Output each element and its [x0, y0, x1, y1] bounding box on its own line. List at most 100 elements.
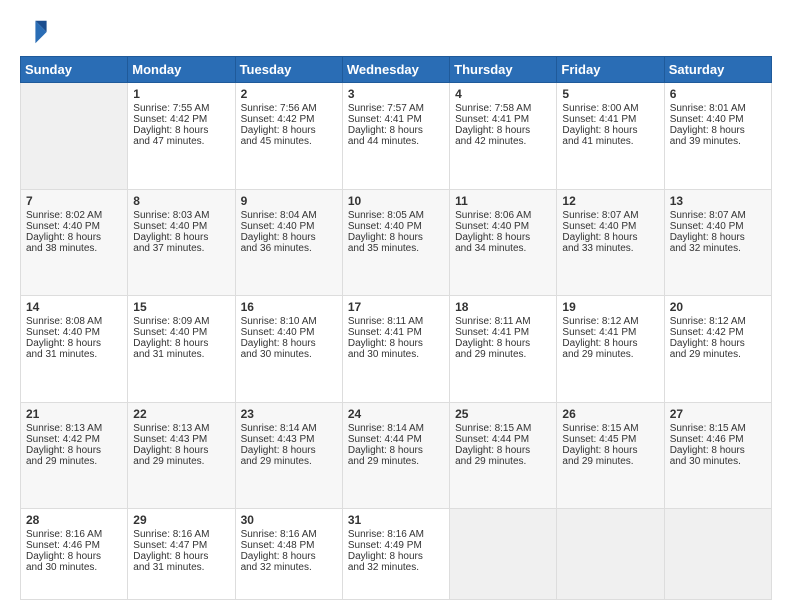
cell-content: and 29 minutes.	[26, 456, 122, 467]
day-number: 30	[241, 513, 337, 527]
cell-content: Daylight: 8 hours	[348, 445, 444, 456]
cell-content: and 29 minutes.	[670, 349, 766, 360]
cell-content: and 32 minutes.	[241, 562, 337, 573]
cell-content: and 44 minutes.	[348, 136, 444, 147]
table-row: 25 Sunrise: 8:15 AMSunset: 4:44 PMDayligh…	[450, 402, 557, 509]
cell-content: Daylight: 8 hours	[670, 338, 766, 349]
cell-content: Sunset: 4:43 PM	[133, 434, 229, 445]
calendar-week-row: 1Sunrise: 7:55 AMSunset: 4:42 PMDaylight…	[21, 83, 772, 190]
cell-content: and 30 minutes.	[241, 349, 337, 360]
table-row: 26Sunrise: 8:15 AMSunset: 4:45 PMDayligh…	[557, 402, 664, 509]
cell-content: Sunset: 4:44 PM	[455, 434, 551, 445]
calendar-header-sunday: Sunday	[21, 57, 128, 83]
cell-content: Sunset: 4:41 PM	[562, 327, 658, 338]
cell-content: Sunset: 4:41 PM	[455, 114, 551, 125]
cell-content: Daylight: 8 hours	[241, 232, 337, 243]
day-number: 28	[26, 513, 122, 527]
table-row: 15Sunrise: 8:09 AMSunset: 4:40 PMDayligh…	[128, 296, 235, 403]
cell-content: Sunrise: 8:16 AM	[348, 529, 444, 540]
calendar-week-row: 14Sunrise: 8:08 AMSunset: 4:40 PMDayligh…	[21, 296, 772, 403]
cell-content: Sunrise: 8:04 AM	[241, 210, 337, 221]
day-number: 16	[241, 300, 337, 314]
cell-content: Sunset: 4:41 PM	[348, 327, 444, 338]
day-number: 15	[133, 300, 229, 314]
cell-content: Daylight: 8 hours	[26, 338, 122, 349]
table-row: 7Sunrise: 8:02 AMSunset: 4:40 PMDaylight…	[21, 189, 128, 296]
cell-content: and 35 minutes.	[348, 243, 444, 254]
day-number: 4	[455, 87, 551, 101]
table-row	[450, 509, 557, 600]
cell-content: Daylight: 8 hours	[133, 551, 229, 562]
table-row: 17Sunrise: 8:11 AMSunset: 4:41 PMDayligh…	[342, 296, 449, 403]
page: SundayMondayTuesdayWednesdayThursdayFrid…	[0, 0, 792, 612]
cell-content: Sunset: 4:40 PM	[26, 221, 122, 232]
day-number: 11	[455, 194, 551, 208]
day-number: 24	[348, 407, 444, 421]
cell-content: Sunrise: 8:14 AM	[348, 423, 444, 434]
logo-icon	[20, 18, 48, 46]
calendar-table: SundayMondayTuesdayWednesdayThursdayFrid…	[20, 56, 772, 600]
calendar-header-monday: Monday	[128, 57, 235, 83]
cell-content: Daylight: 8 hours	[562, 125, 658, 136]
table-row: 30 Sunrise: 8:16 AMSunset: 4:48 PMDayligh…	[235, 509, 342, 600]
cell-content: and 29 minutes.	[348, 456, 444, 467]
day-number: 19	[562, 300, 658, 314]
cell-content: and 39 minutes.	[670, 136, 766, 147]
table-row: 22Sunrise: 8:13 AMSunset: 4:43 PMDayligh…	[128, 402, 235, 509]
day-number: 26	[562, 407, 658, 421]
cell-content: and 31 minutes.	[133, 562, 229, 573]
cell-content: and 31 minutes.	[133, 349, 229, 360]
cell-content: Sunset: 4:40 PM	[348, 221, 444, 232]
cell-content: Daylight: 8 hours	[348, 125, 444, 136]
cell-content: and 32 minutes.	[348, 562, 444, 573]
day-number: 21	[26, 407, 122, 421]
cell-content: Sunset: 4:40 PM	[455, 221, 551, 232]
table-row: 4 Sunrise: 7:58 AMSunset: 4:41 PMDaylight…	[450, 83, 557, 190]
cell-content: Daylight: 8 hours	[348, 551, 444, 562]
cell-content: Daylight: 8 hours	[562, 232, 658, 243]
table-row: 12Sunrise: 8:07 AMSunset: 4:40 PMDayligh…	[557, 189, 664, 296]
cell-content: Sunset: 4:42 PM	[670, 327, 766, 338]
cell-content: Sunrise: 8:16 AM	[241, 529, 337, 540]
table-row: 6Sunrise: 8:01 AMSunset: 4:40 PMDaylight…	[664, 83, 771, 190]
cell-content: and 37 minutes.	[133, 243, 229, 254]
cell-content: Daylight: 8 hours	[455, 445, 551, 456]
logo	[20, 18, 52, 46]
cell-content: Sunrise: 8:15 AM	[455, 423, 551, 434]
cell-content: Sunset: 4:47 PM	[133, 540, 229, 551]
cell-content: and 45 minutes.	[241, 136, 337, 147]
cell-content: Sunset: 4:40 PM	[26, 327, 122, 338]
table-row	[664, 509, 771, 600]
cell-content: and 32 minutes.	[670, 243, 766, 254]
day-number: 12	[562, 194, 658, 208]
cell-content: Daylight: 8 hours	[133, 338, 229, 349]
cell-content: Sunset: 4:40 PM	[670, 114, 766, 125]
cell-content: Sunrise: 8:07 AM	[670, 210, 766, 221]
cell-content: Sunrise: 7:58 AM	[455, 103, 551, 114]
cell-content: Daylight: 8 hours	[455, 125, 551, 136]
cell-content: and 30 minutes.	[670, 456, 766, 467]
table-row: 28Sunrise: 8:16 AMSunset: 4:46 PMDayligh…	[21, 509, 128, 600]
cell-content: Sunrise: 8:05 AM	[348, 210, 444, 221]
table-row: 10Sunrise: 8:05 AMSunset: 4:40 PMDayligh…	[342, 189, 449, 296]
cell-content: Sunrise: 8:12 AM	[670, 316, 766, 327]
day-number: 13	[670, 194, 766, 208]
cell-content: Sunrise: 8:14 AM	[241, 423, 337, 434]
cell-content: Sunset: 4:40 PM	[562, 221, 658, 232]
cell-content: Sunset: 4:46 PM	[26, 540, 122, 551]
cell-content: Daylight: 8 hours	[241, 551, 337, 562]
cell-content: and 29 minutes.	[241, 456, 337, 467]
cell-content: Sunrise: 7:57 AM	[348, 103, 444, 114]
cell-content: Daylight: 8 hours	[562, 338, 658, 349]
cell-content: Daylight: 8 hours	[133, 125, 229, 136]
cell-content: Sunset: 4:48 PM	[241, 540, 337, 551]
table-row: 14Sunrise: 8:08 AMSunset: 4:40 PMDayligh…	[21, 296, 128, 403]
day-number: 25	[455, 407, 551, 421]
cell-content: and 31 minutes.	[26, 349, 122, 360]
table-row	[21, 83, 128, 190]
cell-content: Sunrise: 8:10 AM	[241, 316, 337, 327]
header	[20, 18, 772, 46]
cell-content: Daylight: 8 hours	[26, 445, 122, 456]
cell-content: Sunrise: 8:03 AM	[133, 210, 229, 221]
table-row: 8Sunrise: 8:03 AMSunset: 4:40 PMDaylight…	[128, 189, 235, 296]
